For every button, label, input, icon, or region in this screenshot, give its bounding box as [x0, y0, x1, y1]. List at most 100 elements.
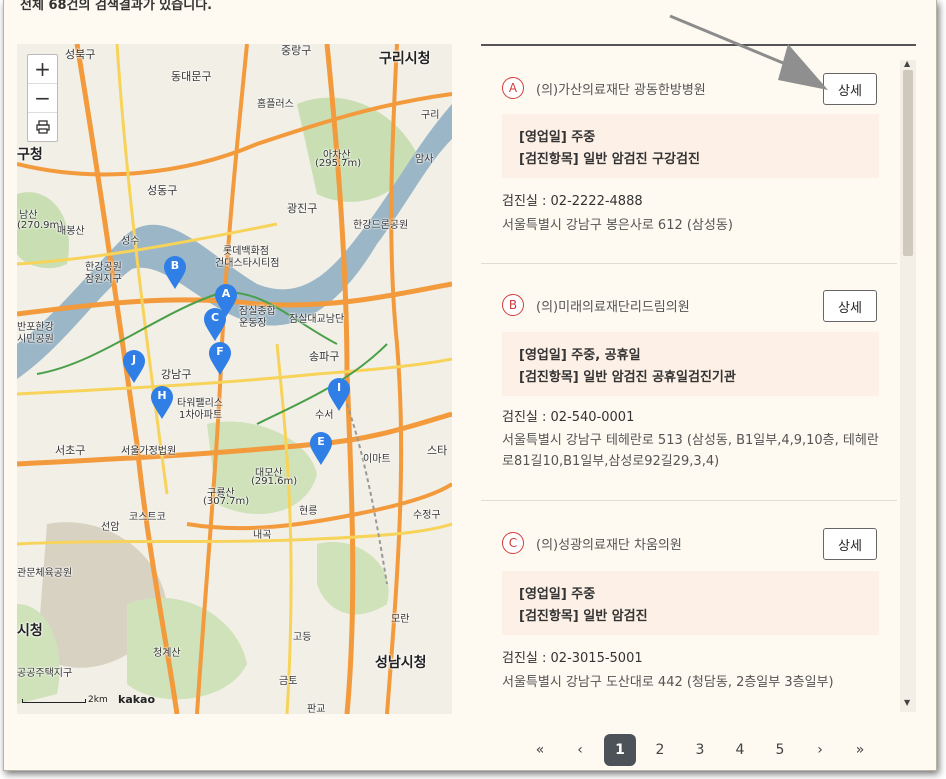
- scroll-thumb[interactable]: [903, 70, 913, 256]
- kakao-logo: kakao: [118, 693, 156, 706]
- info-box: [영업일] 주중, 공휴일 [검진항목] 일반 암검진 공휴일검진기관: [502, 332, 879, 396]
- open-day-text: [영업일] 주중: [519, 130, 596, 145]
- result-list[interactable]: A (의)가산의료재단 광동한방병원 상세 [영업일] 주중 [검진항목] 일반…: [481, 46, 897, 712]
- map-label: 암사: [415, 154, 434, 165]
- pagination: « ‹ 1 2 3 4 5 › »: [520, 734, 880, 766]
- map-label: 모란: [391, 614, 410, 625]
- map-label: 잠실대교남단: [289, 314, 345, 325]
- map-label: 1차아파트: [179, 410, 223, 421]
- map-label: (291.6m): [251, 476, 298, 487]
- map-label: 수정구: [413, 510, 441, 521]
- item-letter-badge: A: [502, 77, 524, 99]
- open-day-text: [영업일] 주중: [519, 587, 596, 602]
- map-label: 남산: [19, 210, 38, 221]
- map-marker-f[interactable]: F: [208, 342, 232, 376]
- map-label: 금토: [279, 676, 298, 687]
- exam-items-text: [검진항목] 일반 암검진 공휴일검진기관: [519, 370, 736, 385]
- page-4-button[interactable]: 4: [720, 734, 760, 766]
- first-page-button[interactable]: «: [520, 734, 560, 766]
- map-label: 운동장: [239, 318, 267, 329]
- map-label: 시청: [17, 623, 43, 639]
- item-header: B (의)미래의료재단리드림의원: [502, 292, 690, 318]
- map-marker-h[interactable]: H: [150, 386, 174, 420]
- map-label: 송파구: [309, 350, 340, 363]
- map-label: 청계산: [153, 648, 181, 659]
- map-label: (307.7m): [203, 496, 250, 507]
- map-marker-c[interactable]: B: [163, 256, 187, 290]
- map-label: 성남시청: [375, 655, 427, 671]
- hospital-name[interactable]: (의)성광의료재단 차움의원: [536, 534, 682, 553]
- map-label: (295.7m): [315, 158, 362, 169]
- item-header: C (의)성광의료재단 차움의원: [502, 530, 682, 556]
- map-label: 현릉: [299, 506, 318, 517]
- list-item: C (의)성광의료재단 차움의원 상세 [영업일] 주중 [검진항목] 일반 암…: [481, 501, 897, 712]
- map-marker-d[interactable]: C: [203, 308, 227, 342]
- map-label: 잠원지구: [85, 274, 122, 285]
- detail-button[interactable]: 상세: [823, 528, 877, 560]
- item-letter-badge: C: [502, 532, 524, 554]
- map-marker-e[interactable]: E: [309, 432, 333, 466]
- phone-text: 검진실 : 02-540-0001: [502, 410, 635, 425]
- map-marker-i[interactable]: I: [327, 378, 351, 412]
- info-box: [영업일] 주중 [검진항목] 일반 암검진 구강검진: [502, 114, 879, 178]
- map-label: 선암: [101, 522, 120, 533]
- map-label: 내곡: [253, 530, 272, 541]
- printer-icon: [35, 120, 50, 134]
- map-label: 건대스타시티점: [215, 258, 280, 269]
- result-count-text: 전체 68건의 검색결과가 있습니다.: [20, 0, 213, 13]
- pointer-arrow-icon: [669, 14, 828, 90]
- address-text: 서울특별시 강남구 도산대로 442 (청담동, 2층일부 3층일부): [502, 675, 834, 690]
- exam-items-text: [검진항목] 일반 암검진 구강검진: [519, 152, 700, 167]
- open-day-text: [영업일] 주중, 공휴일: [519, 348, 641, 363]
- page-1-button[interactable]: 1: [600, 734, 640, 766]
- map-canvas: [17, 44, 452, 714]
- list-item: B (의)미래의료재단리드림의원 상세 [영업일] 주중, 공휴일 [검진항목]…: [481, 264, 897, 501]
- map-label: 구청: [17, 147, 43, 163]
- map-marker-j[interactable]: J: [122, 350, 146, 384]
- last-page-button[interactable]: »: [840, 734, 880, 766]
- map-view[interactable]: 성북구 동대문구 중랑구 구리시청 홈플러스 구리 아차산 (295.7m) 암…: [17, 44, 452, 714]
- phone-text: 검진실 : 02-2222-4888: [502, 194, 643, 209]
- zoom-out-button[interactable]: −: [28, 84, 57, 113]
- map-label: 동대문구: [171, 70, 212, 83]
- list-scrollbar[interactable]: ▲ ▼: [900, 59, 916, 712]
- map-label: 고등: [293, 632, 312, 643]
- map-label: 코스트코: [129, 512, 166, 523]
- print-button[interactable]: [28, 113, 57, 141]
- map-label: 서초구: [55, 444, 86, 457]
- map-label: 서울가정법원: [121, 446, 177, 457]
- page-3-button[interactable]: 3: [680, 734, 720, 766]
- scroll-down-arrow[interactable]: ▼: [904, 698, 910, 707]
- map-label: 관문체육공원: [17, 568, 73, 579]
- prev-page-button[interactable]: ‹: [560, 734, 600, 766]
- map-label: 홈플러스: [257, 99, 294, 110]
- page-5-button[interactable]: 5: [760, 734, 800, 766]
- info-box: [영업일] 주중 [검진항목] 일반 암검진: [502, 571, 879, 635]
- address-text: 서울특별시 강남구 봉은사로 612 (삼성동): [502, 218, 733, 233]
- map-label: 한강드론공원: [353, 220, 409, 231]
- address-text: 서울특별시 강남구 테헤란로 513 (삼성동, B1일부,4,9,10층, 테…: [502, 433, 879, 469]
- map-label: 성동구: [147, 184, 178, 197]
- zoom-in-button[interactable]: +: [28, 55, 57, 84]
- hospital-name[interactable]: (의)미래의료재단리드림의원: [536, 296, 690, 315]
- scroll-up-arrow[interactable]: ▲: [904, 59, 910, 68]
- map-label: 이마트: [363, 454, 391, 465]
- map-label: 광진구: [287, 202, 318, 215]
- map-label: 강남구: [161, 368, 192, 381]
- exam-items-text: [검진항목] 일반 암검진: [519, 609, 648, 624]
- page-2-button[interactable]: 2: [640, 734, 680, 766]
- item-letter-badge: B: [502, 294, 524, 316]
- map-label: 성수: [121, 236, 140, 247]
- map-label: 구리: [421, 110, 440, 121]
- next-page-button[interactable]: ›: [800, 734, 840, 766]
- map-label: 성북구: [65, 48, 96, 61]
- map-label: 중랑구: [281, 44, 312, 57]
- map-label: 공공주택지구: [17, 668, 73, 679]
- map-label: 구리시청: [379, 51, 431, 67]
- map-label: 매봉산: [57, 226, 85, 237]
- map-zoom-control: + −: [27, 54, 58, 142]
- phone-text: 검진실 : 02-3015-5001: [502, 651, 643, 666]
- detail-button[interactable]: 상세: [823, 290, 877, 322]
- map-label: 스타: [427, 444, 448, 457]
- map-label: 판교: [307, 704, 326, 714]
